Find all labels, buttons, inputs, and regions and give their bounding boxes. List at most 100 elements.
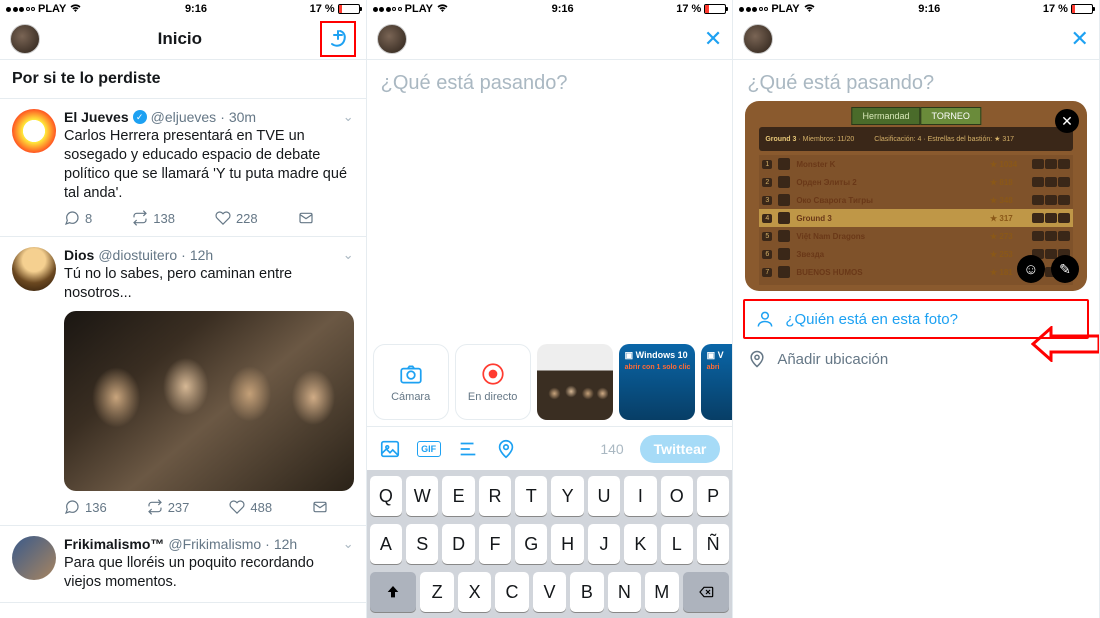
key[interactable]: F (479, 524, 511, 564)
keyboard[interactable]: QWERTYUIOP ASDFGHJKLÑ ZXCVBNM (367, 470, 733, 618)
shift-key[interactable] (370, 572, 417, 612)
avatar[interactable] (377, 24, 407, 54)
sticker-button[interactable]: ☺ (1017, 255, 1045, 283)
tweet-avatar[interactable] (12, 536, 56, 580)
edit-media-button[interactable]: ✎ (1051, 255, 1079, 283)
media-thumb[interactable]: ▣ Windows 10 abrir con 1 solo clic (619, 344, 695, 420)
key[interactable]: M (645, 572, 678, 612)
leaderboard-row: 3Око Сварога Тигры★ 348 (759, 191, 1073, 209)
gif-icon[interactable]: GIF (417, 441, 441, 457)
panel-compose-media: PLAY 9:16 17 % ✕ ¿Qué está pasando? ✕ He… (733, 0, 1100, 618)
key[interactable]: U (588, 476, 620, 516)
tweet-time: 12h (190, 247, 213, 263)
like-button[interactable]: 228 (215, 210, 258, 226)
key[interactable]: Ñ (697, 524, 729, 564)
key[interactable]: Q (370, 476, 402, 516)
tweet[interactable]: El Jueves ✓ @eljueves · 30m ⌄ Carlos Her… (0, 99, 366, 237)
key[interactable]: P (697, 476, 729, 516)
tweet-author: Dios (64, 247, 94, 263)
tweet-author: Frikimalismo™ (64, 536, 164, 552)
key-row: QWERTYUIOP (370, 476, 730, 516)
tweet-button[interactable]: Twittear (640, 435, 721, 463)
game-tab: TORNEO (920, 107, 980, 125)
leaderboard-row: 4Ground 3★ 317 (759, 209, 1073, 227)
battery-icon (1071, 4, 1093, 14)
key[interactable]: D (442, 524, 474, 564)
avatar[interactable] (10, 24, 40, 54)
verified-icon: ✓ (133, 110, 147, 124)
key[interactable]: H (551, 524, 583, 564)
reply-button[interactable]: 136 (64, 499, 107, 515)
key[interactable]: B (570, 572, 603, 612)
image-icon[interactable] (379, 438, 401, 460)
key[interactable]: Z (420, 572, 453, 612)
key[interactable]: C (495, 572, 528, 612)
key[interactable]: S (406, 524, 438, 564)
media-thumb[interactable] (537, 344, 613, 420)
key[interactable]: N (608, 572, 641, 612)
key[interactable]: J (588, 524, 620, 564)
tweet-media[interactable] (64, 311, 354, 491)
retweet-button[interactable]: 138 (132, 210, 175, 226)
key[interactable]: L (661, 524, 693, 564)
tweet-handle: @diostuitero (98, 247, 177, 263)
feed[interactable]: El Jueves ✓ @eljueves · 30m ⌄ Carlos Her… (0, 99, 366, 618)
like-button[interactable]: 488 (229, 499, 272, 515)
compose-highlight (320, 21, 356, 57)
location-icon[interactable] (495, 438, 517, 460)
attached-image[interactable]: ✕ Hermandad TORNEO Ground 3 · Miembros: … (745, 101, 1087, 291)
avatar[interactable] (743, 24, 773, 54)
tweet-handle: @eljueves (151, 109, 217, 125)
status-bar: PLAY 9:16 17 % (0, 0, 366, 18)
tweet-handle: @Frikimalismo (168, 536, 261, 552)
wifi-icon (803, 2, 816, 16)
tweet-avatar[interactable] (12, 247, 56, 291)
status-bar: PLAY 9:16 17 % (367, 0, 733, 18)
remove-media-button[interactable]: ✕ (1055, 109, 1079, 133)
chevron-down-icon[interactable]: ⌄ (343, 109, 354, 125)
status-bar: PLAY 9:16 17 % (733, 0, 1099, 18)
compose-input[interactable]: ¿Qué está pasando? (367, 60, 733, 338)
key[interactable]: E (442, 476, 474, 516)
key[interactable]: V (533, 572, 566, 612)
key[interactable]: Y (551, 476, 583, 516)
compose-input[interactable]: ¿Qué está pasando? (733, 60, 1099, 101)
annotation-arrow (1031, 326, 1100, 362)
tweet-time: 30m (229, 109, 256, 125)
poll-icon[interactable] (457, 438, 479, 460)
compose-button[interactable] (323, 24, 353, 54)
wifi-icon (69, 2, 82, 16)
close-button[interactable]: ✕ (1071, 26, 1089, 52)
char-count: 140 (600, 441, 623, 457)
key[interactable]: O (661, 476, 693, 516)
key[interactable]: W (406, 476, 438, 516)
key[interactable]: I (624, 476, 656, 516)
tweet[interactable]: Dios @diostuitero · 12h ⌄ Tú no lo sabes… (0, 237, 366, 526)
clock: 9:16 (185, 3, 207, 15)
chevron-down-icon[interactable]: ⌄ (343, 247, 354, 263)
tweet-actions: 136 237 488 (64, 499, 354, 515)
key-row: ASDFGHJKLÑ (370, 524, 730, 564)
key[interactable]: G (515, 524, 547, 564)
page-title: Inicio (158, 29, 202, 49)
reply-button[interactable]: 8 (64, 210, 92, 226)
retweet-button[interactable]: 237 (147, 499, 190, 515)
close-button[interactable]: ✕ (704, 26, 722, 52)
compose-toolbar: GIF 140 Twittear (367, 426, 733, 470)
tweet-actions: 8 138 228 (64, 210, 354, 226)
share-button[interactable] (312, 499, 328, 515)
live-button[interactable]: En directo (455, 344, 531, 420)
key[interactable]: R (479, 476, 511, 516)
game-info: Ground 3 · Miembros: 11/20 Clasificación… (759, 127, 1073, 151)
key[interactable]: T (515, 476, 547, 516)
key[interactable]: X (458, 572, 491, 612)
chevron-down-icon[interactable]: ⌄ (343, 536, 354, 552)
media-thumb[interactable]: ▣ V abri (701, 344, 734, 420)
tweet-avatar[interactable] (12, 109, 56, 153)
camera-button[interactable]: Cámara (373, 344, 449, 420)
key[interactable]: K (624, 524, 656, 564)
backspace-key[interactable] (683, 572, 730, 612)
tweet[interactable]: Frikimalismo™ @Frikimalismo · 12h ⌄ Para… (0, 526, 366, 603)
key[interactable]: A (370, 524, 402, 564)
share-button[interactable] (298, 210, 314, 226)
